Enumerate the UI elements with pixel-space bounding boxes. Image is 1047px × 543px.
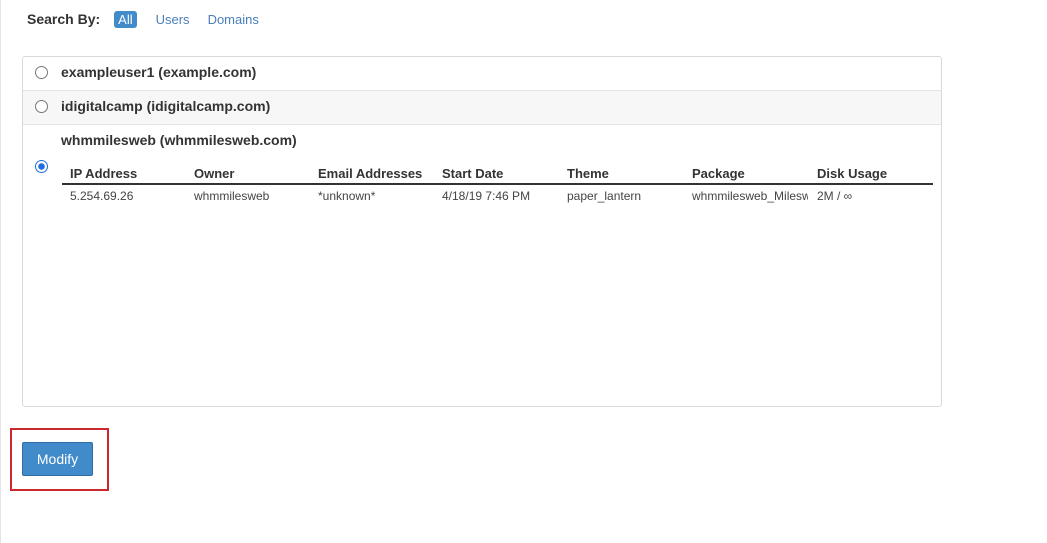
- account-label: whmmilesweb (whmmilesweb.com): [61, 132, 297, 148]
- cell-start-date: 4/18/19 7:46 PM: [442, 189, 531, 203]
- filter-domains[interactable]: Domains: [208, 12, 259, 27]
- header-theme: Theme: [567, 166, 609, 181]
- search-by-label: Search By:: [27, 11, 101, 27]
- account-details-table: IP Address Owner Email Addresses Start D…: [62, 163, 933, 207]
- details-data-row: 5.254.69.26 whmmilesweb *unknown* 4/18/1…: [62, 185, 933, 207]
- modify-button[interactable]: Modify: [22, 442, 93, 476]
- account-row-selected[interactable]: whmmilesweb (whmmilesweb.com) IP Address…: [23, 125, 941, 406]
- header-owner: Owner: [194, 166, 235, 181]
- account-label: idigitalcamp (idigitalcamp.com): [61, 98, 271, 114]
- account-radio-idigitalcamp[interactable]: [35, 100, 48, 113]
- header-start-date: Start Date: [442, 166, 504, 181]
- account-label: exampleuser1 (example.com): [61, 64, 257, 80]
- header-email-addresses: Email Addresses: [318, 166, 423, 181]
- cell-disk-usage: 2M / ∞: [817, 189, 853, 203]
- cell-owner: whmmilesweb: [194, 189, 270, 203]
- search-by-bar: Search By: All Users Domains: [27, 9, 277, 29]
- account-radio-whmmilesweb[interactable]: [35, 160, 48, 173]
- account-row[interactable]: idigitalcamp (idigitalcamp.com): [23, 91, 941, 125]
- header-ip-address: IP Address: [70, 166, 138, 181]
- header-disk-usage: Disk Usage: [817, 166, 888, 181]
- header-package: Package: [692, 166, 745, 181]
- filter-all[interactable]: All: [114, 10, 137, 28]
- cell-email-addresses: *unknown*: [318, 189, 376, 203]
- cell-theme: paper_lantern: [567, 189, 642, 203]
- page-left-border: [0, 0, 1, 543]
- package-link[interactable]: whmmilesweb_Milesweb: [692, 189, 808, 203]
- cell-ip-address: 5.254.69.26: [70, 189, 134, 203]
- filter-users[interactable]: Users: [156, 12, 190, 27]
- details-header-row: IP Address Owner Email Addresses Start D…: [62, 163, 933, 185]
- account-row[interactable]: exampleuser1 (example.com): [23, 57, 941, 91]
- account-radio-exampleuser1[interactable]: [35, 66, 48, 79]
- account-list: exampleuser1 (example.com) idigitalcamp …: [22, 56, 942, 407]
